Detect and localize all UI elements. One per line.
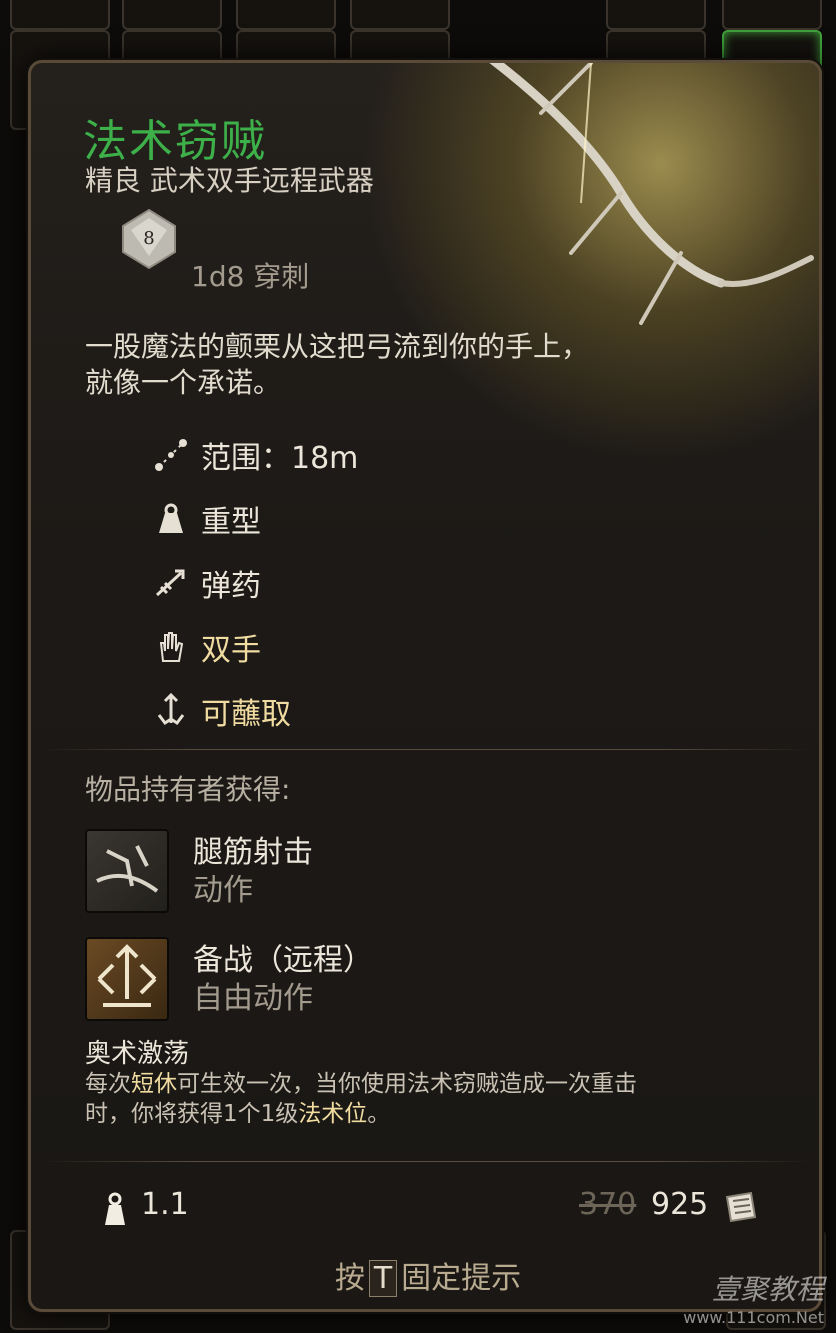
property-label: 弹药 (201, 569, 261, 604)
inventory-slot[interactable]: 5 (10, 0, 110, 30)
keybind-t[interactable]: T (368, 1260, 398, 1297)
item-rarity-type: 精良 武术双手远程武器 (85, 164, 374, 197)
property-range: 范围：18m (151, 423, 358, 487)
passive-description: 每次短休可生效一次，当你使用法术窃贼造成一次重击时，你将获得1个1级法术位。 (85, 1069, 775, 1129)
grants-heading: 物品持有者获得: (85, 773, 291, 806)
item-weight: 1.1 (141, 1187, 189, 1222)
flavor-line: 一股魔法的颤栗从这把弓流到你的手上， (85, 330, 590, 363)
property-dippable: 可蘸取 (151, 679, 358, 743)
flavor-text: 一股魔法的颤栗从这把弓流到你的手上， 就像一个承诺。 (85, 329, 775, 401)
longbow-icon (489, 63, 814, 325)
ammunition-icon (151, 563, 191, 603)
gold-coin-icon (725, 1191, 757, 1223)
property-label: 重型 (201, 505, 261, 540)
passive-text: 。 (367, 1101, 391, 1127)
keyword-spell-slot[interactable]: 法术位 (298, 1101, 367, 1127)
watermark-name: 壹聚教程 (711, 1273, 824, 1306)
flavor-line: 就像一个承诺。 (85, 366, 282, 399)
passive-text: 时，你将获得1个1级 (85, 1101, 299, 1127)
ranged-readiness-icon (85, 937, 169, 1021)
hamstring-shot-icon (85, 829, 169, 913)
passive-text: 可生效一次，当你使用法术窃贼造成一次重击 (177, 1071, 637, 1097)
weapon-properties: 范围：18m 重型 弹药 双手 可蘸取 (151, 423, 358, 743)
damage-value: 1d8 穿刺 (191, 260, 310, 293)
divider (41, 749, 811, 750)
two-handed-icon (151, 627, 191, 667)
action-type: 动作 (193, 873, 253, 908)
property-heavy: 重型 (151, 487, 358, 551)
die-face-label: 8 (143, 228, 154, 249)
hint-text: 固定提示 (401, 1261, 522, 1296)
property-ammunition: 弹药 (151, 551, 358, 615)
heavy-icon (151, 499, 191, 539)
inventory-slot[interactable] (350, 0, 450, 30)
passive-text: 每次 (85, 1071, 131, 1097)
dippable-icon (151, 691, 191, 731)
action-type: 自由动作 (193, 981, 313, 1016)
hint-text: 按 (334, 1261, 365, 1296)
watermark-url: www.111com.Net (683, 1308, 824, 1327)
granted-action[interactable]: 备战（远程） 自由动作 (85, 937, 685, 1027)
granted-action[interactable]: 腿筋射击 动作 (85, 829, 685, 919)
base-price: 370 (579, 1187, 637, 1222)
watermark: 壹聚教程 www.111com.Net (683, 1268, 824, 1327)
inventory-slot[interactable]: 5 (722, 0, 822, 30)
item-tooltip: 法术窃贼 精良 武术双手远程武器 8 1d8 穿刺 一股魔法的颤栗从这把弓流到你… (28, 60, 822, 1312)
divider (41, 1161, 811, 1162)
item-price: 925 (651, 1187, 709, 1222)
inventory-slot[interactable] (606, 0, 706, 30)
property-label: 可蘸取 (201, 697, 291, 732)
property-two-handed: 双手 (151, 615, 358, 679)
range-icon (151, 435, 191, 475)
inventory-slot[interactable] (236, 0, 336, 30)
inventory-slot[interactable]: 4 (122, 0, 222, 30)
passive-title: 奥术激荡 (85, 1039, 190, 1069)
weight-icon (105, 1192, 125, 1225)
property-label: 双手 (201, 633, 261, 668)
d8-die-icon: 8 (122, 208, 176, 270)
keyword-short-rest[interactable]: 短休 (131, 1071, 177, 1097)
property-label: 范围：18m (201, 441, 359, 476)
